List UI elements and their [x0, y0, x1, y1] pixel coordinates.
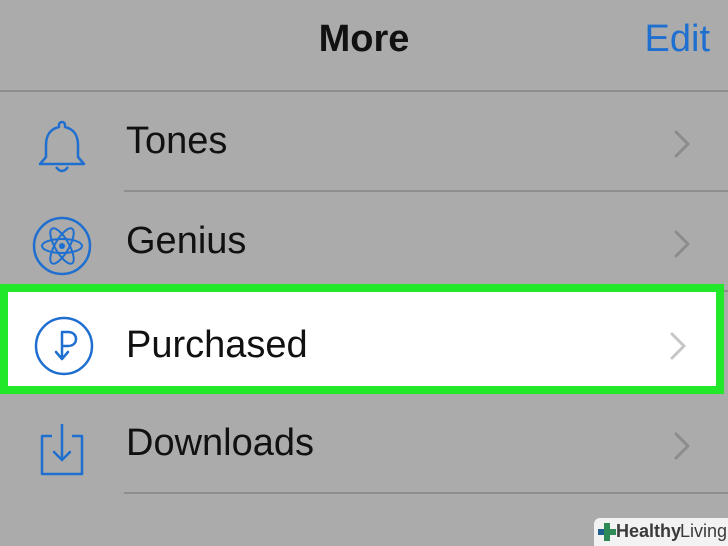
chevron-right-icon — [674, 432, 690, 460]
list-item-genius[interactable]: Genius — [0, 192, 728, 292]
chevron-right-icon — [674, 230, 690, 258]
watermark-brand-light: Living — [680, 521, 728, 541]
edit-button[interactable]: Edit — [645, 18, 710, 61]
list-item-label: Tones — [126, 120, 228, 162]
navigation-bar: More Edit — [0, 0, 728, 92]
atom-icon — [32, 216, 92, 276]
download-tray-icon — [40, 424, 84, 476]
row-separator — [124, 492, 728, 494]
watermark-logo: Healthy Living — [594, 518, 728, 546]
page-title: More — [318, 18, 410, 60]
chevron-right-icon — [674, 130, 690, 158]
list-item-label: Genius — [126, 220, 247, 262]
bell-icon — [38, 120, 86, 173]
chevron-right-icon — [670, 332, 686, 360]
purchased-icon — [34, 316, 94, 376]
list-item-downloads[interactable]: Downloads — [0, 394, 728, 494]
watermark-brand-bold: Healthy — [616, 521, 682, 541]
list-item-label: Purchased — [126, 324, 308, 366]
list-item-tones[interactable]: Tones — [0, 92, 728, 192]
list-item-label: Downloads — [126, 422, 314, 464]
list-item-purchased[interactable]: Purchased — [0, 284, 724, 394]
plus-logo-icon — [598, 523, 616, 541]
